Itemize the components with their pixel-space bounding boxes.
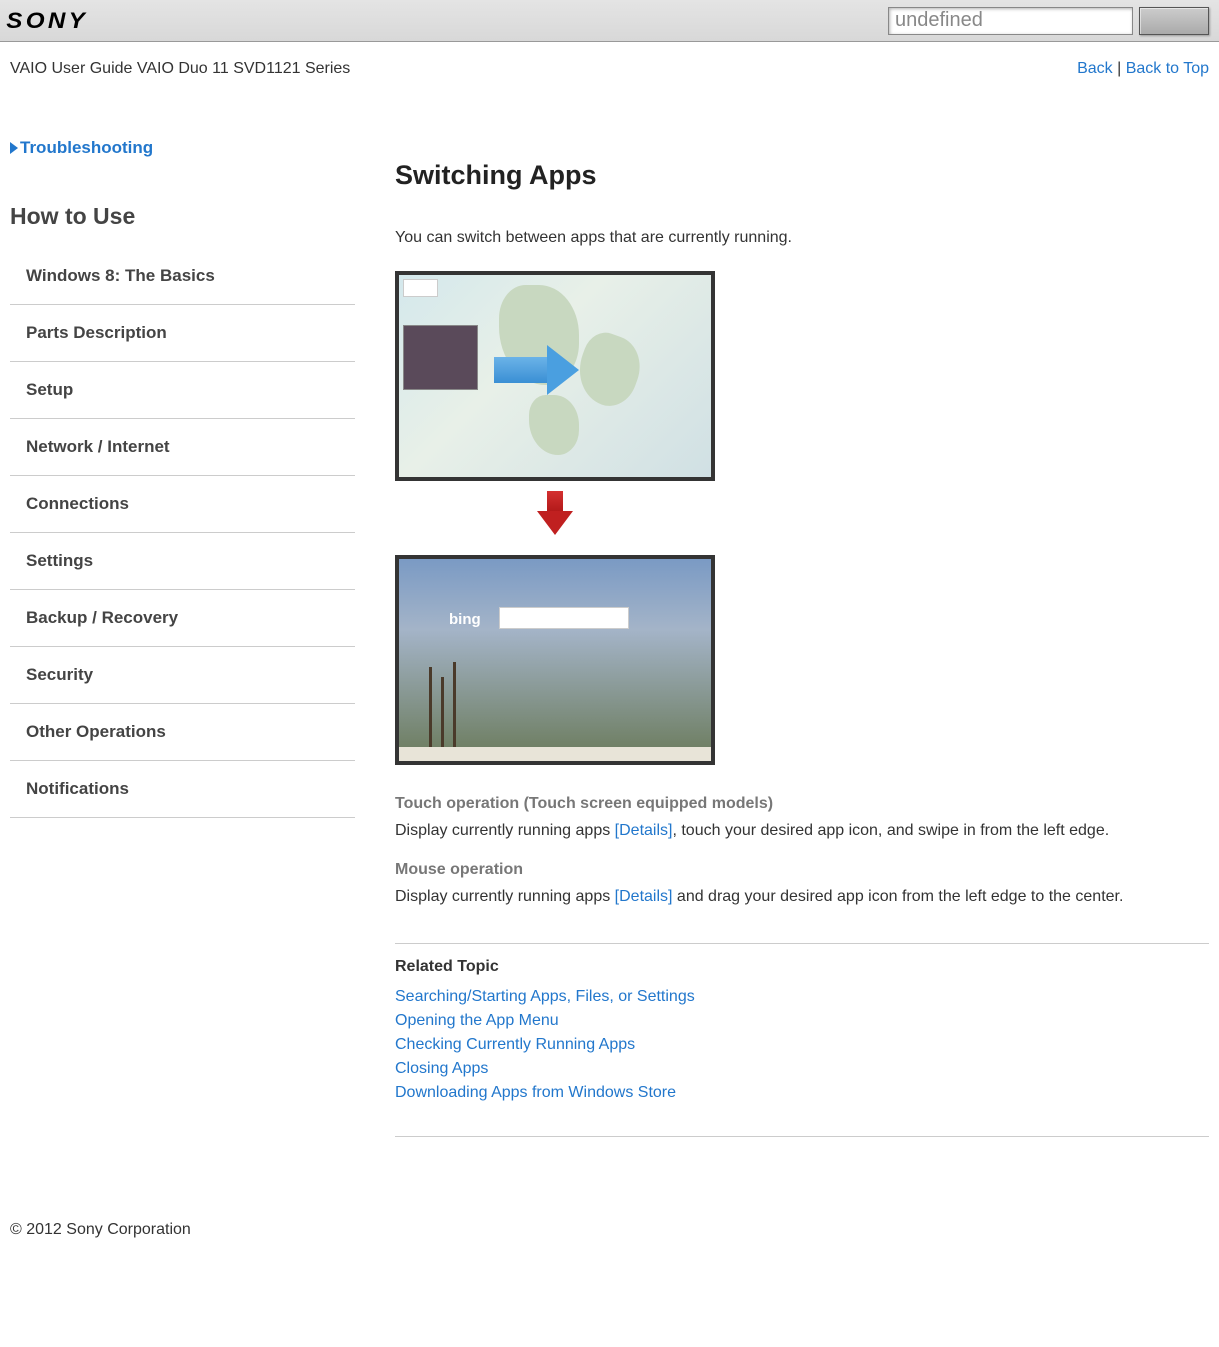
header-links: Back | Back to Top xyxy=(1077,60,1209,78)
troubleshooting-label: Troubleshooting xyxy=(20,138,153,158)
nav-item-setup[interactable]: Setup xyxy=(10,362,355,419)
content-wrapper: Troubleshooting How to Use Windows 8: Th… xyxy=(0,78,1219,1151)
mouse-heading: Mouse operation xyxy=(395,861,1209,879)
illustration: bing xyxy=(395,271,1209,765)
bing-background: bing xyxy=(399,559,711,761)
swipe-arrow-icon xyxy=(494,345,584,395)
mouse-details-link[interactable]: [Details] xyxy=(615,888,673,905)
mouse-text: Display currently running apps [Details]… xyxy=(395,885,1209,909)
search-area xyxy=(888,7,1209,35)
intro-text: You can switch between apps that are cur… xyxy=(395,229,1209,247)
mouse-text-before: Display currently running apps xyxy=(395,888,615,905)
related-heading: Related Topic xyxy=(395,958,1209,976)
nav-list: Windows 8: The Basics Parts Description … xyxy=(10,248,355,818)
how-to-use-heading: How to Use xyxy=(10,203,355,236)
back-to-top-link[interactable]: Back to Top xyxy=(1126,60,1209,77)
nav-item-network[interactable]: Network / Internet xyxy=(10,419,355,476)
top-header: SONY xyxy=(0,0,1219,42)
sidebar: Troubleshooting How to Use Windows 8: Th… xyxy=(10,138,355,1151)
nav-item-connections[interactable]: Connections xyxy=(10,476,355,533)
page-title: Switching Apps xyxy=(395,160,1209,191)
app-window-map xyxy=(395,271,715,481)
related-links: Searching/Starting Apps, Files, or Setti… xyxy=(395,988,1209,1102)
nav-item-security[interactable]: Security xyxy=(10,647,355,704)
nav-item-notifications[interactable]: Notifications xyxy=(10,761,355,818)
app-thumbnail xyxy=(403,325,478,390)
nav-item-other[interactable]: Other Operations xyxy=(10,704,355,761)
nav-item-windows8[interactable]: Windows 8: The Basics xyxy=(10,248,355,305)
separator: | xyxy=(1113,60,1126,77)
back-link[interactable]: Back xyxy=(1077,60,1113,77)
bing-search-box xyxy=(499,607,629,629)
related-link-download[interactable]: Downloading Apps from Windows Store xyxy=(395,1084,676,1101)
brand-logo: SONY xyxy=(6,8,88,34)
touch-details-link[interactable]: [Details] xyxy=(615,822,673,839)
main-content: Switching Apps You can switch between ap… xyxy=(395,138,1209,1151)
divider xyxy=(395,943,1209,944)
related-link-search[interactable]: Searching/Starting Apps, Files, or Setti… xyxy=(395,988,695,1005)
search-input[interactable] xyxy=(888,7,1133,35)
touch-text-before: Display currently running apps xyxy=(395,822,615,839)
related-link-running[interactable]: Checking Currently Running Apps xyxy=(395,1036,635,1053)
mouse-text-after: and drag your desired app icon from the … xyxy=(672,888,1123,905)
nav-item-settings[interactable]: Settings xyxy=(10,533,355,590)
touch-text-after: , touch your desired app icon, and swipe… xyxy=(672,822,1109,839)
nav-item-backup[interactable]: Backup / Recovery xyxy=(10,590,355,647)
transition-arrow-container xyxy=(395,491,715,541)
troubleshooting-link[interactable]: Troubleshooting xyxy=(10,138,355,158)
down-arrow-icon xyxy=(537,491,573,537)
breadcrumb: VAIO User Guide VAIO Duo 11 SVD1121 Seri… xyxy=(10,60,350,78)
map-control xyxy=(403,279,438,297)
footer: © 2012 Sony Corporation xyxy=(0,1151,1219,1259)
nav-item-parts[interactable]: Parts Description xyxy=(10,305,355,362)
bing-logo: bing xyxy=(449,611,481,628)
bing-taskbar xyxy=(399,747,711,761)
app-window-bing: bing xyxy=(395,555,715,765)
touch-heading: Touch operation (Touch screen equipped m… xyxy=(395,795,1209,813)
related-link-appmenu[interactable]: Opening the App Menu xyxy=(395,1012,559,1029)
divider-bottom xyxy=(395,1136,1209,1137)
related-link-closing[interactable]: Closing Apps xyxy=(395,1060,488,1077)
search-button[interactable] xyxy=(1139,7,1209,35)
copyright: © 2012 Sony Corporation xyxy=(10,1221,191,1238)
sub-header: VAIO User Guide VAIO Duo 11 SVD1121 Seri… xyxy=(0,42,1219,78)
touch-text: Display currently running apps [Details]… xyxy=(395,819,1209,843)
chevron-right-icon xyxy=(10,142,18,154)
